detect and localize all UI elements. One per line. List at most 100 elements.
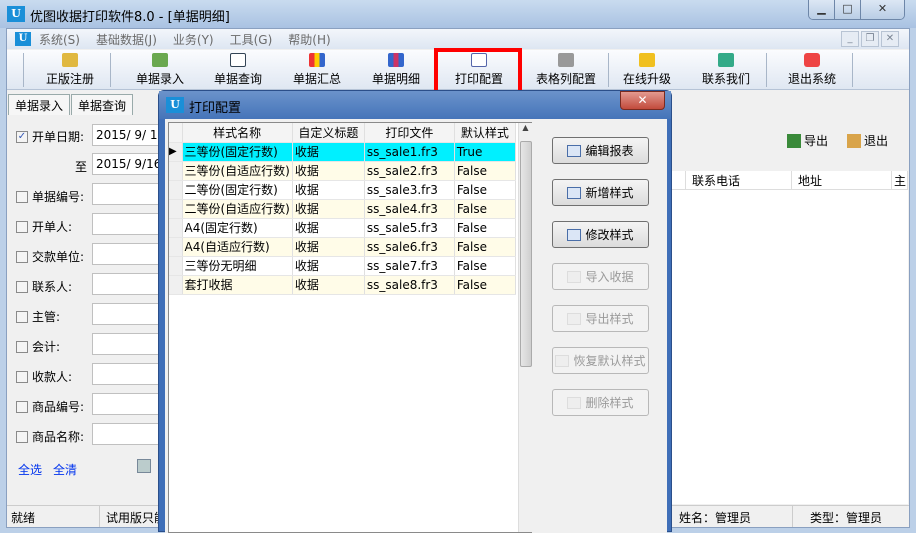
cell-print-file: ss_sale3.fr3 [364, 180, 455, 200]
date-from-input[interactable]: 2015/ 9/ 1 [92, 124, 162, 146]
column-address[interactable]: 地址 [792, 171, 892, 189]
toolbar-summary[interactable]: 单据汇总 [282, 52, 352, 88]
date-checkbox[interactable]: ✓ [16, 130, 28, 143]
style-row[interactable]: 二等份(固定行数) 收据 ss_sale3.fr3 False [169, 180, 516, 200]
restore-default-style-button[interactable]: 恢复默认样式 [552, 347, 649, 374]
product-name-input[interactable] [92, 423, 162, 445]
status-user: 姓名：管理员 [679, 511, 752, 525]
modify-style-button[interactable]: 修改样式 [552, 221, 649, 248]
product-name-checkbox[interactable] [16, 430, 28, 443]
cell-print-file: ss_sale8.fr3 [364, 275, 455, 295]
power-icon [804, 53, 820, 67]
payer-input[interactable] [92, 243, 162, 265]
exit-icon [847, 133, 861, 148]
date-filter: ✓ 开单日期: [16, 128, 84, 145]
export-style-button[interactable]: 导出样式 [552, 305, 649, 332]
search-icon[interactable] [137, 459, 151, 473]
bill-number-checkbox[interactable] [16, 190, 28, 203]
scroll-thumb[interactable] [520, 141, 532, 367]
style-row[interactable]: ▶ 三等份(固定行数) 收据 ss_sale1.fr3 True [169, 142, 516, 162]
table-config-icon [558, 53, 574, 67]
toolbar-exit[interactable]: 退出系统 [777, 52, 847, 88]
payee-checkbox[interactable] [16, 370, 28, 383]
to-label: 至 [75, 160, 88, 174]
style-grid: 样式名称 自定义标题 打印文件 默认样式 ▶ 三等份(固定行数) 收据 ss_sale… [168, 122, 532, 533]
export-button[interactable]: 导出 [787, 132, 828, 149]
menu-business[interactable]: 业务(Y) [165, 31, 222, 48]
style-row[interactable]: A4(自适应行数) 收据 ss_sale6.fr3 False [169, 237, 516, 257]
close-button[interactable]: ✕ [861, 0, 904, 19]
import-receipt-button[interactable]: 导入收据 [552, 263, 649, 290]
creator-checkbox[interactable] [16, 220, 28, 233]
column-print-file[interactable]: 打印文件 [364, 123, 455, 143]
date-to-input[interactable]: 2015/ 9/16 [92, 153, 162, 175]
scroll-up-arrow-icon[interactable]: ▲ [519, 123, 532, 132]
minimize-button[interactable]: ▁ [809, 0, 835, 19]
export-label: 导出 [804, 134, 829, 148]
tab-query[interactable]: 单据查询 [71, 94, 134, 115]
payer-checkbox[interactable] [16, 250, 28, 263]
select-all-link[interactable]: 全选 [18, 461, 42, 478]
row-indicator [169, 199, 183, 219]
cell-style-name: A4(自适应行数) [182, 237, 293, 257]
contact-checkbox[interactable] [16, 280, 28, 293]
cell-default-style: False [454, 161, 516, 181]
toolbar-contact[interactable]: 联系我们 [691, 52, 761, 88]
dialog-close-button[interactable]: ✕ [620, 91, 665, 110]
cell-default-style: True [454, 142, 516, 162]
label: 联系我们 [701, 72, 750, 86]
product-code-input[interactable] [92, 393, 162, 415]
cell-custom-title: 收据 [292, 199, 365, 219]
style-row[interactable]: 三等份无明细 收据 ss_sale7.fr3 False [169, 256, 516, 276]
accountant-input[interactable] [92, 333, 162, 355]
grid-scrollbar[interactable]: ▲ [518, 123, 532, 532]
mdi-close-button[interactable]: ✕ [881, 31, 899, 47]
edit-report-button[interactable]: 编辑报表 [552, 137, 649, 164]
contact-input[interactable] [92, 273, 162, 295]
column-custom-title[interactable]: 自定义标题 [292, 123, 365, 143]
add-style-button[interactable]: 新增样式 [552, 179, 649, 206]
filter-creator: 开单人: [16, 218, 72, 235]
bill-number-input[interactable] [92, 183, 162, 205]
filter-accountant: 会计: [16, 338, 60, 355]
column-manager[interactable]: 主 [892, 171, 908, 189]
date-label: 开单日期: [32, 130, 85, 144]
menu-basic-data[interactable]: 基础数据(J) [88, 31, 165, 48]
modify-style-label: 修改样式 [585, 228, 634, 242]
column-style-name[interactable]: 样式名称 [182, 123, 293, 143]
mdi-restore-button[interactable]: ❐ [861, 31, 879, 47]
cell-custom-title: 收据 [292, 275, 365, 295]
clear-all-link[interactable]: 全清 [53, 461, 77, 478]
delete-style-button[interactable]: 删除样式 [552, 389, 649, 416]
toolbar-register[interactable]: 正版注册 [35, 52, 105, 88]
style-row[interactable]: 二等份(自适应行数) 收据 ss_sale4.fr3 False [169, 199, 516, 219]
exit-button[interactable]: 退出 [847, 132, 888, 149]
menu-help[interactable]: 帮助(H) [280, 31, 338, 48]
cell-default-style: False [454, 180, 516, 200]
style-row[interactable]: 三等份(自适应行数) 收据 ss_sale2.fr3 False [169, 161, 516, 181]
filter-contact: 联系人: [16, 278, 72, 295]
menu-system[interactable]: 系统(S) [31, 31, 88, 48]
style-row[interactable]: A4(固定行数) 收据 ss_sale5.fr3 False [169, 218, 516, 238]
toolbar-query[interactable]: 单据查询 [203, 52, 273, 88]
product-code-checkbox[interactable] [16, 400, 28, 413]
filter-product-name: 商品名称: [16, 428, 84, 445]
toolbar-detail[interactable]: 单据明细 [361, 52, 431, 88]
payee-input[interactable] [92, 363, 162, 385]
manager-checkbox[interactable] [16, 310, 28, 323]
style-row[interactable]: 套打收据 收据 ss_sale8.fr3 False [169, 275, 516, 295]
accountant-checkbox[interactable] [16, 340, 28, 353]
creator-input[interactable] [92, 213, 162, 235]
mdi-minimize-button[interactable]: _ [841, 31, 859, 47]
toolbar-entry[interactable]: 单据录入 [125, 52, 195, 88]
maximize-button[interactable]: □ [835, 0, 861, 19]
cell-print-file: ss_sale7.fr3 [364, 256, 455, 276]
column-phone[interactable]: 联系电话 [686, 171, 792, 189]
column-default-style[interactable]: 默认样式 [454, 123, 516, 143]
tab-entry[interactable]: 单据录入 [8, 94, 71, 115]
manager-input[interactable] [92, 303, 162, 325]
menu-tools[interactable]: 工具(G) [222, 31, 281, 48]
toolbar-upgrade[interactable]: 在线升级 [612, 52, 682, 88]
toolbar-column-config[interactable]: 表格列配置 [521, 52, 611, 88]
main-grid-header: 联系电话 地址 主 [672, 171, 908, 190]
